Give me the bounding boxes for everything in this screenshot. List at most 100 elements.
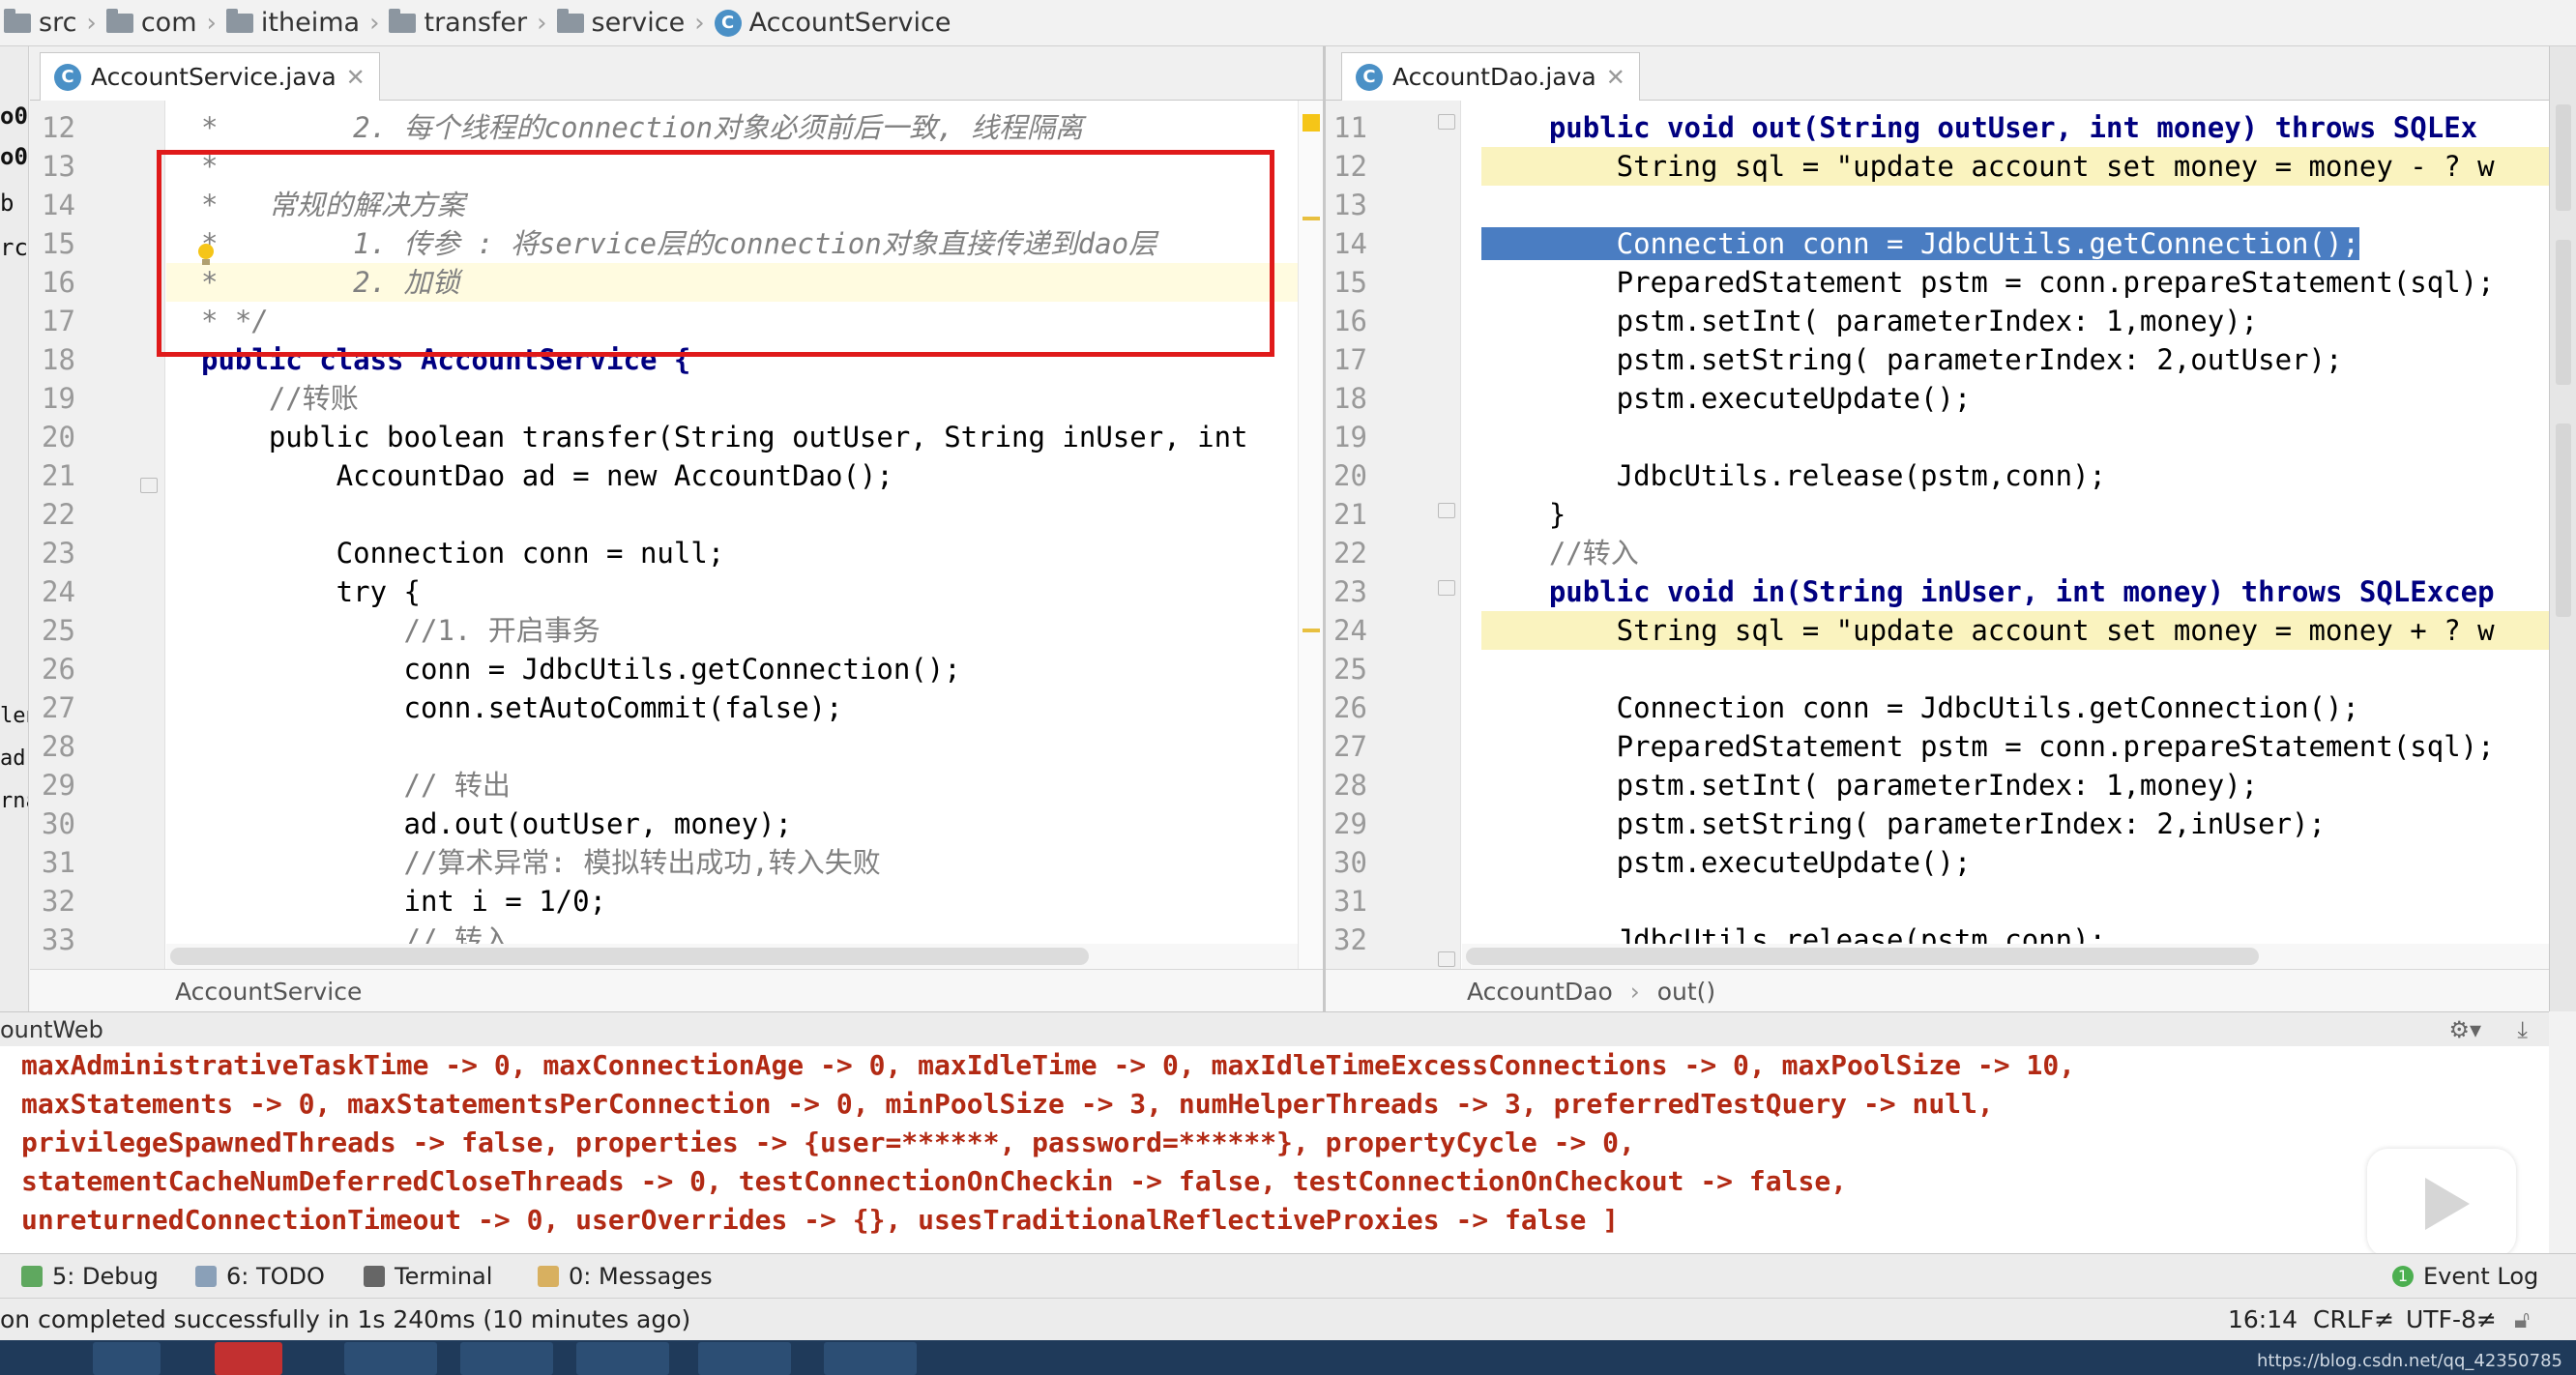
debug-button[interactable]: 5: Debug	[21, 1254, 159, 1299]
terminal-button[interactable]: Terminal	[364, 1254, 492, 1299]
code-line: pstm.setInt( parameterIndex: 1,money);	[1481, 305, 2259, 337]
fold-marker-icon[interactable]	[1438, 951, 1455, 967]
right-editor-crumb[interactable]: AccountDao › out()	[1326, 969, 2549, 1013]
status-message[interactable]: on completed successfully in 1s 240ms (1…	[0, 1299, 690, 1341]
todo-button[interactable]: 6: TODO	[195, 1254, 325, 1299]
folder-icon	[4, 8, 31, 33]
code-line: //1. 开启事务	[201, 614, 600, 647]
line-number: 26	[42, 653, 75, 686]
run-console[interactable]: maxAdministrativeTaskTime -> 0, maxConne…	[0, 1046, 2549, 1253]
project-item: o0	[0, 143, 28, 170]
right-tool-strip	[2549, 46, 2576, 1011]
os-taskbar: https://blog.csdn.net/qq_42350785	[0, 1340, 2576, 1375]
horizontal-scrollbar[interactable]	[166, 944, 1323, 969]
line-number: 20	[42, 421, 75, 453]
left-editor-crumb[interactable]: AccountService	[30, 969, 1323, 1013]
line-number: 13	[1333, 189, 1367, 221]
line-number: 24	[1333, 614, 1367, 647]
breadcrumb-itheima[interactable]: itheima	[225, 8, 360, 38]
close-icon[interactable]: ✕	[1606, 64, 1625, 91]
line-number: 32	[42, 885, 75, 918]
tab-accountservice[interactable]: C AccountService.java ✕	[40, 52, 380, 101]
breadcrumb-accountservice[interactable]: C AccountService	[714, 8, 951, 38]
line-number: 17	[1333, 343, 1367, 376]
line-number: 30	[42, 807, 75, 840]
taskbar-app[interactable]	[460, 1342, 553, 1375]
gear-icon[interactable]: ⚙▾	[2448, 1012, 2481, 1047]
class-icon: C	[714, 9, 742, 37]
code-line: conn.setAutoCommit(false);	[201, 691, 843, 724]
tool-window-button[interactable]	[2556, 104, 2571, 211]
run-config-name[interactable]: ountWeb	[0, 1016, 103, 1043]
fold-marker-icon[interactable]	[1438, 580, 1455, 596]
fold-marker-icon[interactable]	[1438, 114, 1455, 130]
run-panel-header: ountWeb ⚙▾ ⤓	[0, 1011, 2549, 1046]
hide-panel-icon[interactable]: ⤓	[2517, 1012, 2528, 1047]
taskbar-app[interactable]	[93, 1342, 161, 1375]
line-number: 26	[1333, 691, 1367, 724]
code-line: pstm.setInt( parameterIndex: 1,money);	[1481, 769, 2259, 802]
scrollbar-thumb[interactable]	[1466, 948, 2259, 965]
event-log-button[interactable]: 1 Event Log	[2392, 1254, 2538, 1299]
breadcrumb-service[interactable]: service	[556, 8, 685, 38]
right-code-area[interactable]: public void out(String outUser, int mone…	[1462, 101, 2549, 969]
line-number: 32	[1333, 923, 1367, 956]
breadcrumb-transfer[interactable]: transfer	[389, 8, 527, 38]
line-number: 27	[42, 691, 75, 724]
code-line-text: public void out(String outUser, int mone…	[1481, 111, 2478, 144]
close-icon[interactable]: ✕	[346, 64, 366, 91]
line-number: 21	[1333, 498, 1367, 531]
taskbar-app[interactable]	[576, 1342, 669, 1375]
video-play-icon[interactable]	[2367, 1149, 2516, 1257]
tool-window-button[interactable]	[2556, 424, 2571, 617]
tool-window-button[interactable]	[2556, 240, 2571, 385]
scrollbar-thumb[interactable]	[170, 948, 1089, 965]
messages-button[interactable]: 0: Messages	[538, 1254, 713, 1299]
code-line: // 转出	[201, 769, 511, 802]
crumb-class[interactable]: AccountDao	[1326, 978, 1613, 1006]
console-line: maxStatements -> 0, maxStatementsPerConn…	[21, 1088, 1994, 1120]
fold-marker-icon[interactable]	[1438, 503, 1455, 518]
taskbar-app[interactable]	[344, 1342, 437, 1375]
lock-icon[interactable]: 🔓︎	[2514, 1299, 2530, 1341]
breadcrumb-src[interactable]: src	[4, 8, 76, 38]
taskbar-app[interactable]	[824, 1342, 917, 1375]
horizontal-scrollbar[interactable]	[1462, 944, 2549, 969]
line-number: 20	[1333, 459, 1367, 492]
line-number: 17	[42, 305, 75, 337]
warning-marker[interactable]	[1303, 114, 1320, 132]
annotation-box	[157, 150, 1274, 357]
change-marker	[1303, 217, 1320, 220]
tool-window-bar: 5: Debug 6: TODO Terminal 0: Messages 1E…	[0, 1253, 2576, 1298]
line-number: 21	[42, 459, 75, 492]
taskbar-app[interactable]	[698, 1342, 791, 1375]
crumb-method[interactable]: out()	[1657, 978, 1715, 1006]
bug-icon	[21, 1266, 43, 1287]
code-line: pstm.setString( parameterIndex: 2,outUse…	[1481, 343, 2343, 376]
file-encoding[interactable]: UTF-8≠	[2406, 1299, 2497, 1341]
tab-accountdao[interactable]: C AccountDao.java ✕	[1341, 52, 1640, 101]
line-separator[interactable]: CRLF≠	[2313, 1299, 2394, 1341]
caret-position[interactable]: 16:14	[2228, 1299, 2298, 1341]
line-number: 25	[42, 614, 75, 647]
line-number: 31	[42, 846, 75, 879]
folder-icon	[225, 8, 253, 33]
code-line: Connection conn = JdbcUtils.getConnectio…	[1481, 691, 2359, 724]
project-item: rc	[0, 234, 28, 261]
crumb-class[interactable]: AccountService	[30, 978, 362, 1006]
vertical-scrollbar[interactable]	[1298, 101, 1323, 969]
breadcrumb-com[interactable]: com	[105, 8, 197, 38]
code-line: pstm.setString( parameterIndex: 2,inUser…	[1481, 807, 2326, 840]
folder-icon	[389, 8, 417, 33]
code-line: JdbcUtils.release(pstm,conn);	[1481, 459, 2107, 492]
fold-marker-icon[interactable]	[140, 478, 158, 493]
selected-text[interactable]: Connection conn = JdbcUtils.getConnectio…	[1481, 227, 2359, 260]
console-line: privilegeSpawnedThreads -> false, proper…	[21, 1126, 1635, 1158]
project-item: o0	[0, 102, 28, 130]
code-line: AccountDao ad = new AccountDao();	[201, 459, 893, 492]
taskbar-app[interactable]	[215, 1342, 282, 1375]
